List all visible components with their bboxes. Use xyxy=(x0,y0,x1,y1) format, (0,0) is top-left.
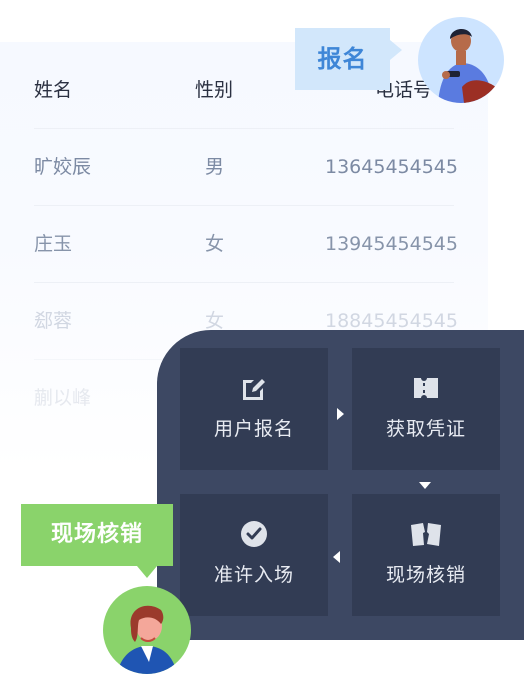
arrow-left-icon xyxy=(333,551,340,563)
check-circle-icon xyxy=(240,520,268,552)
arrow-down-icon xyxy=(419,482,431,489)
step-label: 准许入场 xyxy=(213,564,294,586)
register-tag-pointer xyxy=(390,40,402,60)
table-row: 旷姣辰 男 13645454545 xyxy=(0,129,488,206)
step-user-register: 用户报名 xyxy=(180,348,328,470)
woman-avatar xyxy=(103,586,191,674)
cell-name: 旷姣辰 xyxy=(34,156,92,178)
cell-phone: 13645454545 xyxy=(325,156,458,178)
cell-phone: 13945454545 xyxy=(325,233,458,255)
cell-name: 蒯以峰 xyxy=(34,387,92,409)
verify-tag: 现场核销 xyxy=(21,504,173,566)
woman-illustration xyxy=(117,605,177,674)
column-header-gender: 性别 xyxy=(195,79,234,101)
edit-form-icon xyxy=(240,374,268,406)
torn-ticket-icon xyxy=(409,520,443,552)
column-header-name: 姓名 xyxy=(34,79,73,101)
arrow-right-icon xyxy=(337,408,344,420)
verify-tag-pointer xyxy=(137,566,157,578)
cell-gender: 女 xyxy=(205,233,225,255)
cell-name: 郄蓉 xyxy=(34,310,73,332)
man-avatar xyxy=(418,17,504,103)
ticket-icon xyxy=(412,374,440,406)
register-tag: 报名 xyxy=(295,28,390,90)
cell-name: 庄玉 xyxy=(34,233,73,255)
process-panel: 用户报名 获取凭证 准许入场 现场核销 xyxy=(157,330,524,640)
step-label: 用户报名 xyxy=(213,418,294,440)
table-header: 姓名 性别 电话号 xyxy=(0,52,488,129)
table-row: 庄玉 女 13945454545 xyxy=(0,206,488,283)
cell-gender: 男 xyxy=(205,156,225,178)
step-admit-entry: 准许入场 xyxy=(180,494,328,616)
man-illustration xyxy=(438,28,498,103)
step-get-voucher: 获取凭证 xyxy=(352,348,500,470)
step-label: 现场核销 xyxy=(385,564,466,586)
step-onsite-verify: 现场核销 xyxy=(352,494,500,616)
step-label: 获取凭证 xyxy=(385,418,466,440)
